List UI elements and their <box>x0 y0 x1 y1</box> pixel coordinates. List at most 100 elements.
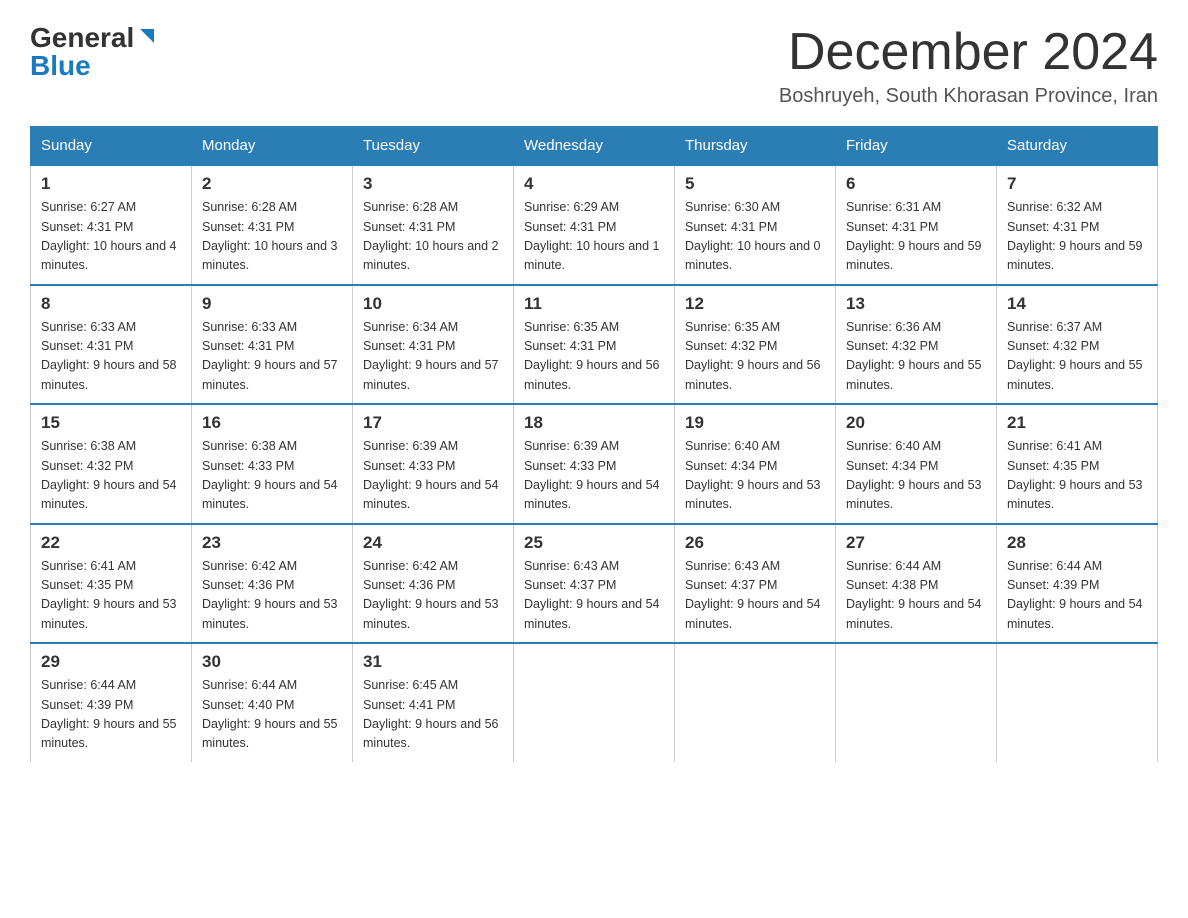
header-monday: Monday <box>192 127 353 166</box>
day-number: 7 <box>1007 174 1147 194</box>
day-number: 21 <box>1007 413 1147 433</box>
page-header: General Blue December 2024 Boshruyeh, So… <box>30 24 1158 108</box>
logo-general-text: General <box>30 24 134 52</box>
day-info: Sunrise: 6:39 AMSunset: 4:33 PMDaylight:… <box>363 437 503 515</box>
day-number: 5 <box>685 174 825 194</box>
day-number: 9 <box>202 294 342 314</box>
day-number: 30 <box>202 652 342 672</box>
calendar-cell: 20 Sunrise: 6:40 AMSunset: 4:34 PMDayligh… <box>836 404 997 524</box>
calendar-cell: 14Sunrise: 6:37 AMSunset: 4:32 PMDayligh… <box>997 285 1158 405</box>
calendar-table: SundayMondayTuesdayWednesdayThursdayFrid… <box>30 126 1158 762</box>
calendar-cell <box>675 643 836 762</box>
day-number: 4 <box>524 174 664 194</box>
day-info: Sunrise: 6:32 AMSunset: 4:31 PMDaylight:… <box>1007 198 1147 276</box>
calendar-cell: 5Sunrise: 6:30 AMSunset: 4:31 PMDaylight… <box>675 165 836 285</box>
day-number: 24 <box>363 533 503 553</box>
calendar-cell: 30 Sunrise: 6:44 AMSunset: 4:40 PMDayligh… <box>192 643 353 762</box>
day-info: Sunrise: 6:28 AMSunset: 4:31 PMDaylight:… <box>202 198 342 276</box>
day-info: Sunrise: 6:29 AMSunset: 4:31 PMDaylight:… <box>524 198 664 276</box>
day-number: 22 <box>41 533 181 553</box>
day-info: Sunrise: 6:31 AMSunset: 4:31 PMDaylight:… <box>846 198 986 276</box>
day-number: 31 <box>363 652 503 672</box>
calendar-cell: 29 Sunrise: 6:44 AMSunset: 4:39 PMDayligh… <box>31 643 192 762</box>
calendar-cell: 28Sunrise: 6:44 AMSunset: 4:39 PMDayligh… <box>997 524 1158 644</box>
calendar-cell: 31 Sunrise: 6:45 AMSunset: 4:41 PMDayligh… <box>353 643 514 762</box>
day-info: Sunrise: 6:45 AMSunset: 4:41 PMDaylight:… <box>363 676 503 754</box>
calendar-week-row: 22 Sunrise: 6:41 AMSunset: 4:35 PMDayligh… <box>31 524 1158 644</box>
header-saturday: Saturday <box>997 127 1158 166</box>
day-info: Sunrise: 6:27 AMSunset: 4:31 PMDaylight:… <box>41 198 181 276</box>
day-info: Sunrise: 6:36 AMSunset: 4:32 PMDaylight:… <box>846 318 986 396</box>
calendar-cell: 27 Sunrise: 6:44 AMSunset: 4:38 PMDayligh… <box>836 524 997 644</box>
header-sunday: Sunday <box>31 127 192 166</box>
day-info: Sunrise: 6:39 AMSunset: 4:33 PMDaylight:… <box>524 437 664 515</box>
header-wednesday: Wednesday <box>514 127 675 166</box>
calendar-cell: 2 Sunrise: 6:28 AMSunset: 4:31 PMDaylight… <box>192 165 353 285</box>
day-info: Sunrise: 6:34 AMSunset: 4:31 PMDaylight:… <box>363 318 503 396</box>
title-area: December 2024 Boshruyeh, South Khorasan … <box>779 24 1158 108</box>
day-info: Sunrise: 6:41 AMSunset: 4:35 PMDaylight:… <box>1007 437 1147 515</box>
day-number: 2 <box>202 174 342 194</box>
day-number: 29 <box>41 652 181 672</box>
calendar-cell: 26Sunrise: 6:43 AMSunset: 4:37 PMDayligh… <box>675 524 836 644</box>
day-number: 19 <box>685 413 825 433</box>
calendar-cell: 16 Sunrise: 6:38 AMSunset: 4:33 PMDayligh… <box>192 404 353 524</box>
calendar-cell: 23Sunrise: 6:42 AMSunset: 4:36 PMDayligh… <box>192 524 353 644</box>
day-number: 23 <box>202 533 342 553</box>
header-tuesday: Tuesday <box>353 127 514 166</box>
day-number: 6 <box>846 174 986 194</box>
calendar-cell: 22 Sunrise: 6:41 AMSunset: 4:35 PMDayligh… <box>31 524 192 644</box>
day-number: 26 <box>685 533 825 553</box>
day-number: 25 <box>524 533 664 553</box>
calendar-cell: 12Sunrise: 6:35 AMSunset: 4:32 PMDayligh… <box>675 285 836 405</box>
day-number: 3 <box>363 174 503 194</box>
day-number: 1 <box>41 174 181 194</box>
day-info: Sunrise: 6:33 AMSunset: 4:31 PMDaylight:… <box>41 318 181 396</box>
day-info: Sunrise: 6:37 AMSunset: 4:32 PMDaylight:… <box>1007 318 1147 396</box>
calendar-cell: 24 Sunrise: 6:42 AMSunset: 4:36 PMDayligh… <box>353 524 514 644</box>
day-info: Sunrise: 6:40 AMSunset: 4:34 PMDaylight:… <box>846 437 986 515</box>
day-info: Sunrise: 6:44 AMSunset: 4:39 PMDaylight:… <box>41 676 181 754</box>
month-title: December 2024 <box>779 24 1158 81</box>
calendar-cell: 25 Sunrise: 6:43 AMSunset: 4:37 PMDayligh… <box>514 524 675 644</box>
day-info: Sunrise: 6:43 AMSunset: 4:37 PMDaylight:… <box>524 557 664 635</box>
day-info: Sunrise: 6:33 AMSunset: 4:31 PMDaylight:… <box>202 318 342 396</box>
day-info: Sunrise: 6:38 AMSunset: 4:32 PMDaylight:… <box>41 437 181 515</box>
day-number: 10 <box>363 294 503 314</box>
day-info: Sunrise: 6:28 AMSunset: 4:31 PMDaylight:… <box>363 198 503 276</box>
calendar-cell <box>514 643 675 762</box>
calendar-cell: 3 Sunrise: 6:28 AMSunset: 4:31 PMDaylight… <box>353 165 514 285</box>
day-info: Sunrise: 6:35 AMSunset: 4:31 PMDaylight:… <box>524 318 664 396</box>
calendar-week-row: 29 Sunrise: 6:44 AMSunset: 4:39 PMDayligh… <box>31 643 1158 762</box>
calendar-cell: 15 Sunrise: 6:38 AMSunset: 4:32 PMDayligh… <box>31 404 192 524</box>
calendar-week-row: 8 Sunrise: 6:33 AMSunset: 4:31 PMDaylight… <box>31 285 1158 405</box>
day-number: 8 <box>41 294 181 314</box>
day-number: 12 <box>685 294 825 314</box>
header-thursday: Thursday <box>675 127 836 166</box>
calendar-cell: 4 Sunrise: 6:29 AMSunset: 4:31 PMDaylight… <box>514 165 675 285</box>
calendar-cell: 1 Sunrise: 6:27 AMSunset: 4:31 PMDaylight… <box>31 165 192 285</box>
day-number: 16 <box>202 413 342 433</box>
day-number: 20 <box>846 413 986 433</box>
calendar-cell: 8 Sunrise: 6:33 AMSunset: 4:31 PMDaylight… <box>31 285 192 405</box>
day-number: 27 <box>846 533 986 553</box>
day-number: 17 <box>363 413 503 433</box>
day-number: 13 <box>846 294 986 314</box>
day-info: Sunrise: 6:42 AMSunset: 4:36 PMDaylight:… <box>363 557 503 635</box>
calendar-week-row: 1 Sunrise: 6:27 AMSunset: 4:31 PMDaylight… <box>31 165 1158 285</box>
calendar-cell: 10 Sunrise: 6:34 AMSunset: 4:31 PMDayligh… <box>353 285 514 405</box>
logo: General Blue <box>30 24 158 80</box>
logo-blue-text: Blue <box>30 52 91 80</box>
calendar-cell: 11Sunrise: 6:35 AMSunset: 4:31 PMDayligh… <box>514 285 675 405</box>
day-info: Sunrise: 6:44 AMSunset: 4:40 PMDaylight:… <box>202 676 342 754</box>
calendar-cell: 13 Sunrise: 6:36 AMSunset: 4:32 PMDayligh… <box>836 285 997 405</box>
logo-triangle-icon <box>136 25 158 47</box>
calendar-header-row: SundayMondayTuesdayWednesdayThursdayFrid… <box>31 127 1158 166</box>
day-number: 18 <box>524 413 664 433</box>
day-number: 15 <box>41 413 181 433</box>
calendar-cell: 18 Sunrise: 6:39 AMSunset: 4:33 PMDayligh… <box>514 404 675 524</box>
day-number: 28 <box>1007 533 1147 553</box>
day-info: Sunrise: 6:41 AMSunset: 4:35 PMDaylight:… <box>41 557 181 635</box>
day-info: Sunrise: 6:38 AMSunset: 4:33 PMDaylight:… <box>202 437 342 515</box>
day-info: Sunrise: 6:44 AMSunset: 4:38 PMDaylight:… <box>846 557 986 635</box>
